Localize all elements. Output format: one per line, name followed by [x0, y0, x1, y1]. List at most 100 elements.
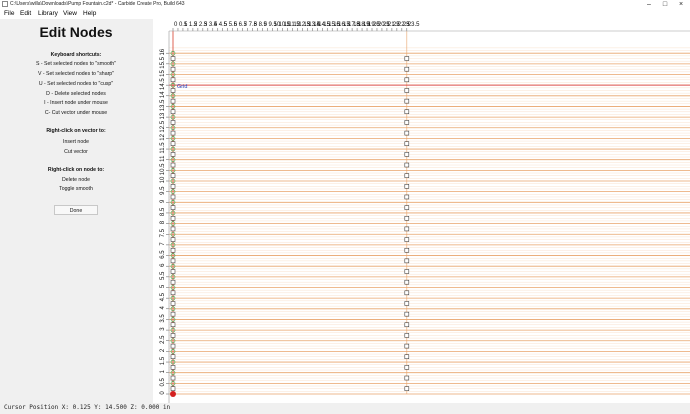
node-handle[interactable]: [404, 98, 410, 104]
y-tick-label: 2.5: [160, 335, 166, 344]
node-handle[interactable]: [170, 386, 176, 391]
y-tick-label: 14.5: [160, 78, 166, 90]
node-handle[interactable]: [170, 343, 176, 349]
shortcut-item: C- Cut vector under mouse: [44, 110, 108, 116]
y-tick-label: 14: [160, 91, 166, 98]
y-tick-label: 12.5: [160, 120, 166, 132]
node-handle[interactable]: [404, 162, 410, 168]
node-handle[interactable]: [404, 290, 410, 296]
node-handle[interactable]: [170, 301, 176, 306]
y-tick-label: 4.5: [160, 292, 166, 301]
node-handle[interactable]: [170, 375, 176, 381]
node-handle[interactable]: [170, 77, 176, 83]
node-handle[interactable]: [404, 88, 410, 93]
node-handle[interactable]: [170, 311, 176, 317]
y-tick-label: 15: [160, 70, 166, 77]
node-handle[interactable]: [170, 269, 176, 274]
done-button[interactable]: Done: [54, 205, 98, 215]
menu-edit[interactable]: Edit: [20, 9, 31, 19]
node-handle[interactable]: [404, 386, 410, 391]
node-handle[interactable]: [404, 184, 410, 189]
node-handle[interactable]: [404, 109, 410, 115]
node-handle[interactable]: [404, 311, 410, 317]
node-handle[interactable]: [404, 375, 410, 381]
node-handle[interactable]: [404, 152, 410, 157]
node-handle[interactable]: [404, 354, 410, 359]
node-handle[interactable]: [170, 88, 176, 93]
y-tick-label: 7.5: [160, 228, 166, 237]
node-handle[interactable]: [170, 258, 176, 264]
node-handle[interactable]: [170, 152, 176, 157]
node-handle[interactable]: [170, 66, 176, 72]
node-handle[interactable]: [404, 269, 410, 274]
node-handle[interactable]: [170, 173, 176, 178]
design-canvas[interactable]: Grid0 0.51 1.52 2.53 3.54 4.55 5.56 6.57 7.58 8.5…: [153, 19, 690, 403]
shortcut-item: I - Insert node under mouse: [44, 100, 108, 106]
node-handle[interactable]: [170, 216, 176, 221]
node-handle[interactable]: [404, 365, 410, 370]
node-handle[interactable]: [170, 184, 176, 189]
y-tick-label: 13: [160, 112, 166, 119]
y-tick-label: 11: [160, 155, 166, 162]
node-handle[interactable]: [170, 226, 176, 232]
title-bar: C:\Users\willa\Downloads\Pump Fountain.c…: [0, 0, 690, 9]
node-handle[interactable]: [170, 205, 176, 210]
node-handle[interactable]: [404, 173, 410, 178]
y-tick-label: 11.5: [160, 142, 166, 154]
menu-view[interactable]: View: [63, 9, 77, 19]
node-handle[interactable]: [404, 120, 410, 125]
node-handle[interactable]: [170, 130, 176, 136]
node-handle[interactable]: [404, 226, 410, 232]
node-handle[interactable]: [170, 290, 176, 296]
node-handle[interactable]: [404, 216, 410, 221]
menu-file[interactable]: File: [4, 9, 14, 19]
node-handle[interactable]: [404, 130, 410, 136]
node-handle[interactable]: [170, 162, 176, 168]
node-handle[interactable]: [170, 194, 176, 200]
node-handle[interactable]: [170, 354, 176, 359]
node-handle[interactable]: [404, 141, 410, 146]
y-tick-label: 3.5: [160, 314, 166, 323]
node-handle[interactable]: [404, 194, 410, 200]
shortcut-item: D - Delete selected nodes: [46, 91, 106, 97]
node-action-item: Toggle smooth: [59, 186, 93, 192]
origin-marker: [170, 391, 176, 397]
node-handle[interactable]: [404, 247, 410, 253]
menu-help[interactable]: Help: [83, 9, 96, 19]
node-handle[interactable]: [404, 237, 410, 242]
node-handle[interactable]: [170, 56, 176, 61]
node-handle[interactable]: [404, 77, 410, 83]
y-tick-label: 16: [160, 48, 166, 55]
node-handle[interactable]: [404, 205, 410, 210]
x-tick-label: 23.5: [408, 22, 420, 28]
node-handle[interactable]: [170, 237, 176, 242]
menu-library[interactable]: Library: [38, 9, 58, 19]
vector-action-item: Cut vector: [64, 149, 88, 155]
node-handle[interactable]: [404, 343, 410, 349]
node-handle[interactable]: [170, 333, 176, 338]
y-tick-label: 0.5: [160, 378, 166, 387]
y-tick-label: 6.5: [160, 250, 166, 259]
node-handle[interactable]: [404, 301, 410, 306]
node-handle[interactable]: [404, 258, 410, 264]
node-handle[interactable]: [170, 279, 176, 285]
node-handle[interactable]: [170, 365, 176, 370]
node-handle[interactable]: [170, 247, 176, 253]
workspace-area[interactable]: [169, 31, 690, 403]
node-handle[interactable]: [170, 322, 176, 328]
y-tick-label: 9.5: [160, 186, 166, 195]
node-handle[interactable]: [404, 56, 410, 61]
node-handle[interactable]: [404, 333, 410, 338]
node-handle[interactable]: [404, 279, 410, 285]
maximize-icon[interactable]: □: [658, 0, 672, 9]
shortcuts-title: Keyboard shortcuts:: [50, 52, 102, 58]
node-handle[interactable]: [170, 120, 176, 125]
close-icon[interactable]: ×: [674, 0, 688, 9]
node-handle[interactable]: [170, 109, 176, 115]
node-handle[interactable]: [404, 66, 410, 72]
node-handle[interactable]: [404, 322, 410, 328]
node-handle[interactable]: [170, 141, 176, 146]
node-handle[interactable]: [170, 98, 176, 104]
shortcut-item: S - Set selected nodes to "smooth": [35, 61, 117, 67]
minimize-icon[interactable]: –: [642, 0, 656, 9]
